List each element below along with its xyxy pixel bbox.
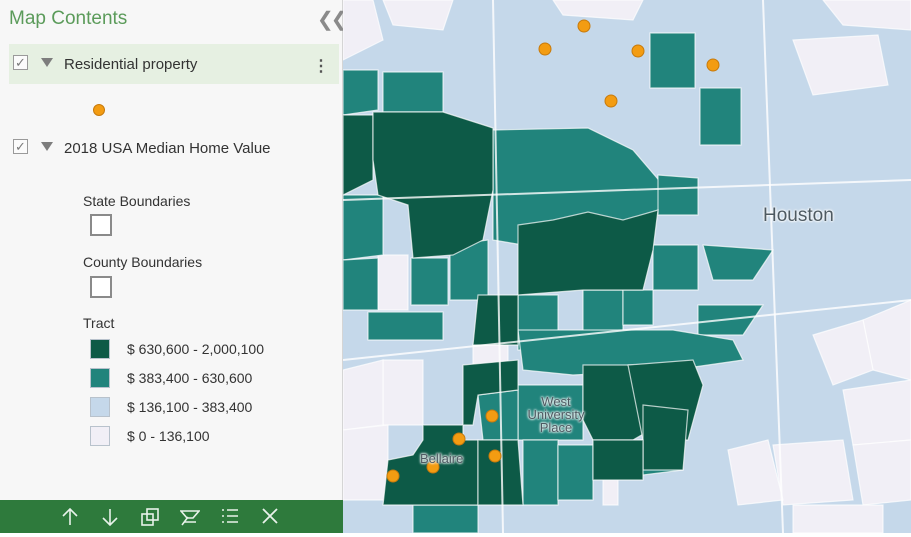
move-up-icon[interactable] — [55, 500, 85, 533]
zoom-to-layer-icon[interactable] — [135, 500, 165, 533]
expand-triangle-icon[interactable] — [41, 142, 53, 151]
residential-point — [452, 432, 466, 446]
residential-point — [631, 44, 645, 58]
residential-point — [538, 42, 552, 56]
residential-point — [485, 409, 499, 423]
legend-swatch — [90, 368, 110, 388]
residential-point — [706, 58, 720, 72]
layer-median-home-value[interactable]: ✓ 2018 USA Median Home Value — [9, 128, 339, 168]
move-down-icon[interactable] — [95, 500, 125, 533]
legend-label: $ 630,600 - 2,000,100 — [127, 341, 265, 357]
legend-swatch — [90, 397, 110, 417]
residential-point — [488, 449, 502, 463]
legend-label: $ 136,100 - 383,400 — [127, 399, 253, 415]
place-label-houston: Houston — [763, 205, 834, 226]
residential-point — [386, 469, 400, 483]
place-label-west-university-place: West University Place — [527, 394, 585, 435]
legend-label: $ 383,400 - 630,600 — [127, 370, 253, 386]
remove-layer-icon[interactable] — [175, 500, 205, 533]
close-icon[interactable] — [255, 500, 285, 533]
legend-label: $ 0 - 136,100 — [127, 428, 210, 444]
sublayer-county-boundaries-checkbox[interactable] — [90, 276, 112, 298]
residential-point — [604, 94, 618, 108]
map-contents-panel: Map Contents ❮❮ ✓ Residential property ⋮… — [0, 0, 347, 533]
legend-title: Tract — [83, 315, 115, 331]
collapse-panel-icon[interactable]: ❮❮ — [317, 7, 347, 32]
map-view[interactable]: Houston West University Place Bellaire — [343, 0, 911, 533]
layer-label: 2018 USA Median Home Value — [64, 140, 271, 157]
place-label-bellaire: Bellaire — [420, 451, 464, 466]
residential-point — [577, 19, 591, 33]
layer-label: Residential property — [64, 56, 198, 73]
sublayer-state-boundaries-checkbox[interactable] — [90, 214, 112, 236]
layer-toolbar — [0, 500, 343, 533]
expand-triangle-icon[interactable] — [41, 58, 53, 67]
sublayer-state-boundaries-label: State Boundaries — [83, 193, 191, 209]
panel-title: Map Contents — [9, 8, 128, 29]
sublayer-county-boundaries-label: County Boundaries — [83, 254, 203, 270]
residential-property-symbol-icon — [93, 104, 105, 116]
legend-swatch — [90, 426, 110, 446]
layer-visibility-checkbox[interactable]: ✓ — [13, 55, 28, 70]
legend-list-icon[interactable] — [215, 500, 245, 533]
layer-options-menu-icon[interactable]: ⋮ — [313, 56, 329, 76]
legend-swatch — [90, 339, 110, 359]
layer-visibility-checkbox[interactable]: ✓ — [13, 139, 28, 154]
layer-residential-property[interactable]: ✓ Residential property ⋮ — [9, 44, 339, 84]
